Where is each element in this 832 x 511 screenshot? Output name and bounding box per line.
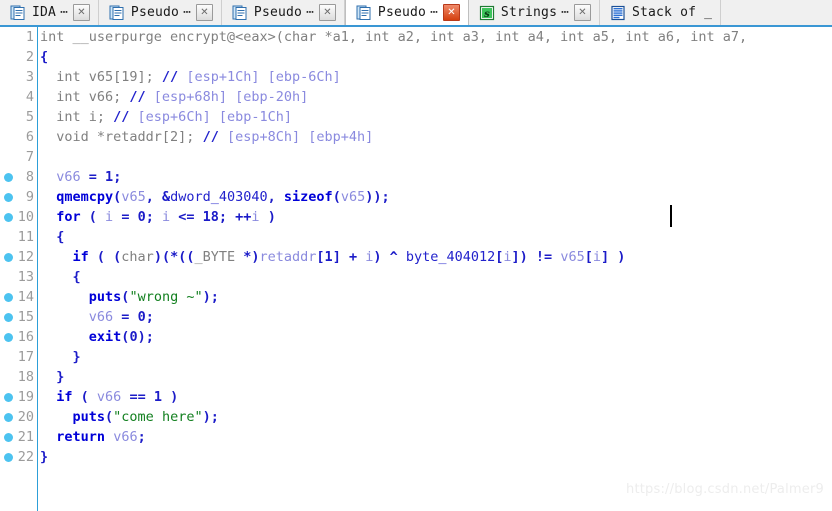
- tab-label: Pseudo: [377, 5, 427, 20]
- line-number: 6: [25, 129, 34, 145]
- line-number: 18: [17, 369, 34, 385]
- tab-overflow-ellipsis: ⋯: [561, 5, 569, 20]
- code-text: return v66;: [56, 429, 146, 445]
- line-number: 12: [17, 249, 34, 265]
- code-line[interactable]: 8 v66 = 1;: [0, 167, 832, 187]
- tab-bar: IDA ⋯ ✕ Pseudo ⋯ ✕ Pseudo ⋯ ✕ Pseudo ⋯ ✕…: [0, 0, 832, 27]
- line-number: 14: [17, 289, 34, 305]
- code-text: }: [72, 349, 81, 365]
- code-text: }: [56, 369, 65, 385]
- line-number: 13: [17, 269, 34, 285]
- tab-overflow-ellipsis: ⋯: [306, 5, 314, 20]
- line-number: 5: [25, 109, 34, 125]
- code-text: qmemcpy(v65, &dword_403040, sizeof(v65))…: [56, 189, 390, 205]
- tab-pseudo-2[interactable]: Pseudo ⋯ ✕: [221, 0, 345, 25]
- code-line[interactable]: 22 }: [0, 447, 832, 467]
- code-line[interactable]: 20 puts("come here");: [0, 407, 832, 427]
- tab-strings[interactable]: s Strings ⋯ ✕: [468, 0, 600, 25]
- tab-ida[interactable]: IDA ⋯ ✕: [0, 0, 99, 25]
- code-line[interactable]: 10 for ( i = 0; i <= 18; ++i ): [0, 207, 832, 227]
- code-line[interactable]: 13 {: [0, 267, 832, 287]
- line-number: 9: [25, 189, 34, 205]
- code-text: if ( (char)(*((_BYTE *)retaddr[1] + i) ^…: [72, 249, 626, 265]
- line-number: 1: [25, 29, 34, 45]
- line-number: 21: [17, 429, 34, 445]
- tab-close-icon[interactable]: ✕: [442, 4, 460, 21]
- code-line[interactable]: 11 {: [0, 227, 832, 247]
- tab-label: Pseudo: [253, 5, 303, 20]
- code-line[interactable]: 15 v66 = 0;: [0, 307, 832, 327]
- code-line[interactable]: 19 if ( v66 == 1 ): [0, 387, 832, 407]
- line-number: 20: [17, 409, 34, 425]
- line-number: 2: [25, 49, 34, 65]
- code-text: int v65[19]; // [esp+1Ch] [ebp-6Ch]: [40, 69, 341, 85]
- code-text: v66 = 1;: [56, 169, 122, 185]
- tab-label: Strings: [500, 5, 558, 20]
- line-number: 11: [17, 229, 34, 245]
- line-number: 22: [17, 449, 34, 465]
- code-line[interactable]: 12 if ( (char)(*((_BYTE *)retaddr[1] + i…: [0, 247, 832, 267]
- code-line[interactable]: 18 }: [0, 367, 832, 387]
- code-text: {: [56, 229, 65, 245]
- code-text: v66 = 0;: [88, 309, 154, 325]
- code-text: for ( i = 0; i <= 18; ++i ): [56, 209, 276, 225]
- pseudocode-editor[interactable]: 1 int __userpurge encrypt@<eax>(char *a1…: [0, 27, 832, 511]
- tab-overflow-ellipsis: ⋯: [60, 5, 68, 20]
- tab-close-icon[interactable]: ✕: [195, 4, 213, 21]
- code-text: void *retaddr[2]; // [esp+8Ch] [ebp+4h]: [40, 129, 374, 145]
- code-line[interactable]: 1 int __userpurge encrypt@<eax>(char *a1…: [0, 27, 832, 47]
- line-number: 19: [17, 389, 34, 405]
- tab-close-icon[interactable]: ✕: [318, 4, 336, 21]
- code-line[interactable]: 14 puts("wrong ~");: [0, 287, 832, 307]
- code-text: puts("come here");: [72, 409, 219, 425]
- stack-blue-icon: [610, 5, 626, 21]
- tab-label: IDA: [32, 5, 57, 20]
- tab-close-icon[interactable]: ✕: [573, 4, 591, 21]
- code-text: int __userpurge encrypt@<eax>(char *a1, …: [40, 29, 748, 45]
- code-text: {: [40, 49, 49, 65]
- strings-green-icon: s: [479, 5, 495, 21]
- line-number: 17: [17, 349, 34, 365]
- line-number: 4: [25, 89, 34, 105]
- tab-pseudo-1[interactable]: Pseudo ⋯ ✕: [98, 0, 222, 25]
- code-text: int v66; // [esp+68h] [ebp-20h]: [40, 89, 309, 105]
- code-line[interactable]: 4 int v66; // [esp+68h] [ebp-20h]: [0, 87, 832, 107]
- code-text: puts("wrong ~");: [88, 289, 219, 305]
- line-number: 10: [17, 209, 34, 225]
- code-text: }: [40, 449, 49, 465]
- code-text: int i; // [esp+6Ch] [ebp-1Ch]: [40, 109, 292, 125]
- line-number: 8: [25, 169, 34, 185]
- tab-pseudo-3-active[interactable]: Pseudo ⋯ ✕: [344, 0, 469, 25]
- code-line[interactable]: 16 exit(0);: [0, 327, 832, 347]
- code-line[interactable]: 6 void *retaddr[2]; // [esp+8Ch] [ebp+4h…: [0, 127, 832, 147]
- code-text: if ( v66 == 1 ): [56, 389, 179, 405]
- code-line[interactable]: 17 }: [0, 347, 832, 367]
- line-number: 7: [25, 149, 34, 165]
- code-line[interactable]: 5 int i; // [esp+6Ch] [ebp-1Ch]: [0, 107, 832, 127]
- tab-label: Pseudo: [130, 5, 180, 20]
- tab-close-icon[interactable]: ✕: [72, 4, 90, 21]
- svg-text:s: s: [484, 9, 490, 20]
- document-blue-icon: [356, 5, 372, 21]
- line-number: 3: [25, 69, 34, 85]
- text-caret: [670, 205, 672, 227]
- code-line[interactable]: 3 int v65[19]; // [esp+1Ch] [ebp-6Ch]: [0, 67, 832, 87]
- code-line[interactable]: 9 qmemcpy(v65, &dword_403040, sizeof(v65…: [0, 187, 832, 207]
- tab-label: Stack of _: [631, 5, 713, 20]
- document-blue-icon: [109, 5, 125, 21]
- watermark-text: https://blog.csdn.net/Palmer9: [626, 482, 824, 497]
- code-line[interactable]: 7: [0, 147, 832, 167]
- tab-stack-of[interactable]: Stack of _: [599, 0, 722, 25]
- code-text: {: [72, 269, 81, 285]
- document-blue-icon: [10, 5, 26, 21]
- code-line[interactable]: 21 return v66;: [0, 427, 832, 447]
- tab-overflow-ellipsis: ⋯: [183, 5, 191, 20]
- document-blue-icon: [232, 5, 248, 21]
- code-line[interactable]: 2 {: [0, 47, 832, 67]
- line-number: 15: [17, 309, 34, 325]
- tab-overflow-ellipsis: ⋯: [430, 5, 438, 20]
- code-text: exit(0);: [88, 329, 154, 345]
- line-number: 16: [17, 329, 34, 345]
